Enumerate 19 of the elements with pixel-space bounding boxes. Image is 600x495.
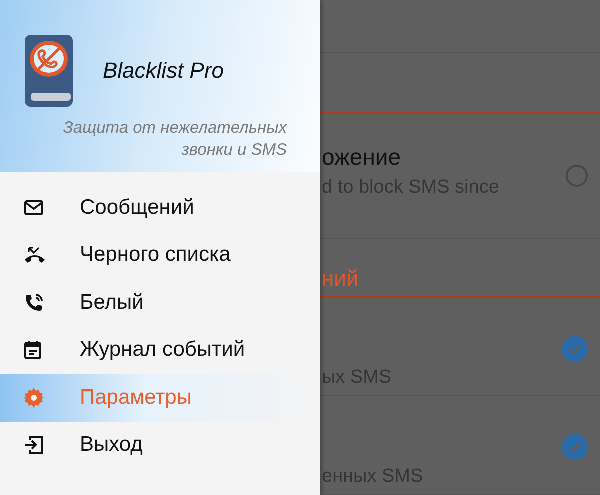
app-name: Blacklist Pro: [103, 58, 224, 84]
menu-item[interactable]: Журнал событий: [0, 326, 320, 374]
checkbox[interactable]: [562, 434, 588, 460]
setting-title: ожение: [322, 144, 402, 172]
menu-item[interactable]: Сообщений: [0, 184, 320, 232]
calendar-icon: [24, 340, 42, 360]
checkbox[interactable]: [562, 336, 588, 362]
menu-item[interactable]: Черного списка: [0, 232, 320, 279]
section-title: ний: [322, 266, 359, 292]
envelope-icon: [24, 200, 44, 216]
exit-icon: [24, 435, 44, 456]
missed-call-icon: [24, 246, 46, 264]
phone-ringing-icon: [24, 292, 44, 313]
menu-item[interactable]: Белый: [0, 279, 320, 326]
settings-icon: [24, 388, 44, 408]
app-logo: [25, 35, 73, 107]
radio-button[interactable]: [566, 164, 588, 187]
app-tagline: Защита от нежелательных звонки и SMS: [62, 118, 287, 161]
menu-item[interactable]: Выход: [0, 422, 320, 469]
